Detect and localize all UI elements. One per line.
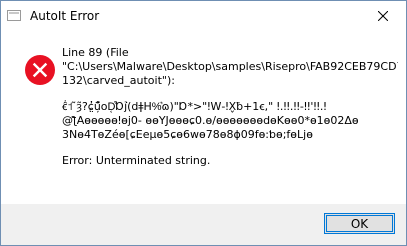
ok-button[interactable]: OK — [324, 213, 395, 234]
close-button[interactable] — [360, 1, 406, 31]
error-description: Error: Unterminated string. — [62, 154, 211, 167]
file-path-line-2: 132\carved_autoit"): — [62, 74, 175, 87]
dialog-title: AutoIt Error — [30, 9, 100, 23]
garbled-code-line-1: ꞓ̂͒˦ ̃ȝ͂?ɕ͏̤̓ũ̦̓͂oD͔͒Ɒj̉͘͘(dǂH%͛ɷ)"Ɒ*>"ǃ… — [62, 100, 327, 113]
autoit-error-dialog: AutoIt Error Line 89 (File "C:\Users\Mal… — [0, 0, 407, 246]
file-path-line-1: "C:\Users\Malware\Desktop\samples\Risepr… — [62, 60, 398, 73]
app-window-icon — [7, 10, 21, 21]
garbled-code-line-2: @ƪAɵɵɵɵɵǃɵj0‑ ɵɵYJɵɵɵɕ0.ɵ/ɵɵɵɵɵɵɵdɵKɵɵ0*… — [62, 114, 359, 127]
title-bar[interactable]: AutoIt Error — [1, 1, 406, 31]
garbled-code-line-3: 3Nɵ4TɵZéɵ[ɕEeμɵ5ɕɵ6wɵ78ɵ8ɸ09fɵ:ƅɵ;fɵLjɵ — [62, 128, 313, 141]
error-message: Line 89 (File "C:\Users\Malware\Desktop\… — [62, 46, 398, 168]
line-number-text: Line 89 (File — [62, 46, 129, 59]
close-icon — [378, 11, 388, 21]
error-icon — [25, 55, 55, 85]
button-bar: OK — [1, 204, 406, 245]
